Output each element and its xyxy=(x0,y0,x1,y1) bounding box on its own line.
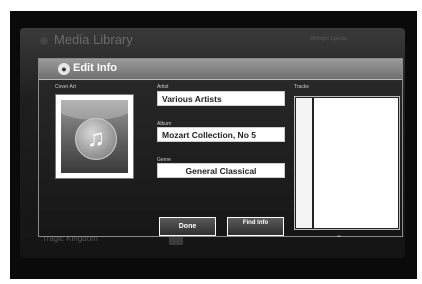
media-library-title: Media Library xyxy=(40,32,133,47)
track-row[interactable] xyxy=(295,188,399,202)
cover-art-image: ♫ xyxy=(61,100,128,173)
media-library-title-text: Media Library xyxy=(54,32,133,47)
chevron-down-icon[interactable]: ⌄ xyxy=(336,231,342,239)
dialog-header: ● Edit Info xyxy=(39,59,402,80)
dialog-title: Edit Info xyxy=(73,62,117,74)
genre-field[interactable]: General Classical xyxy=(157,163,285,178)
cover-art-highlight xyxy=(61,100,128,120)
track-row[interactable] xyxy=(295,201,399,215)
music-note-icon: ♫ xyxy=(75,118,117,160)
track-row[interactable] xyxy=(295,136,399,150)
tv-screen: Media Library Midnight Special Tragic Ki… xyxy=(10,11,417,279)
track-row[interactable] xyxy=(295,110,399,124)
track-row[interactable] xyxy=(295,149,399,163)
artist-field[interactable]: Various Artists xyxy=(157,91,285,106)
track-row[interactable] xyxy=(295,214,399,228)
track-row[interactable] xyxy=(295,97,399,111)
now-playing-label: Midnight Special xyxy=(310,36,347,42)
media-library-icon xyxy=(40,36,48,45)
edit-info-icon: ● xyxy=(58,63,70,75)
cover-art[interactable]: ♫ xyxy=(55,94,134,179)
tracks-list[interactable] xyxy=(294,96,400,230)
album-field[interactable]: Mozart Collection, No 5 xyxy=(157,127,285,142)
tracks-label: Tracks xyxy=(294,84,309,90)
edit-info-dialog: ● Edit Info Cover Art ♫ Artist Various A… xyxy=(38,58,403,239)
track-row[interactable] xyxy=(295,162,399,176)
cover-art-label: Cover Art xyxy=(55,84,76,90)
artist-label: Artist xyxy=(157,84,169,90)
done-button[interactable]: Done xyxy=(159,217,216,236)
track-name-cell xyxy=(314,215,398,228)
find-info-button[interactable]: Find Info xyxy=(227,217,284,236)
track-number-cell xyxy=(296,215,312,228)
track-row[interactable] xyxy=(295,123,399,137)
track-row[interactable] xyxy=(295,175,399,189)
